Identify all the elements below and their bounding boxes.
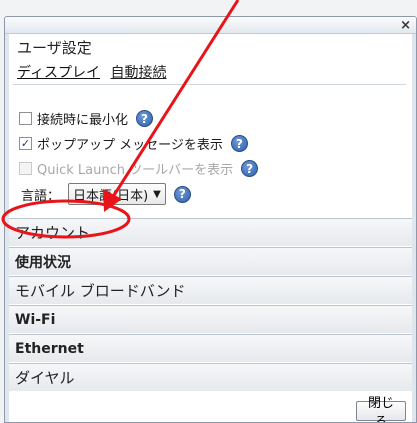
language-value: 日本語(日本) [73,188,149,204]
help-icon[interactable]: ? [230,135,248,152]
checkbox-quick-launch [19,162,32,175]
help-icon[interactable]: ? [136,110,154,127]
close-icon[interactable]: × [400,17,411,34]
option-label: Quick Launch ツールバーを表示 [37,163,234,178]
accordion-ethernet[interactable]: Ethernet [9,334,412,362]
settings-accordion: アカウント 使用状況 モバイル ブロードバンド Wi-Fi Ethernet ダ… [9,218,412,392]
option-quick-launch: Quick Launch ツールバーを表示 ? [19,159,259,178]
language-select[interactable]: 日本語(日本) ▼ [68,183,166,205]
language-label: 言語： [21,188,61,204]
accordion-usage[interactable]: 使用状況 [9,247,412,275]
settings-window: × ユーザ設定 ディスプレイ 自動接続 接続時に最小化 ? ✓ ポップアップ メ… [4,16,417,423]
language-row: 言語： 日本語(日本) ▼ ? [21,183,191,205]
option-show-popup[interactable]: ✓ ポップアップ メッセージを表示 ? [19,134,248,153]
tab-bar: ディスプレイ 自動接続 [17,62,172,82]
accordion-account[interactable]: アカウント [9,218,412,246]
page-title: ユーザ設定 [17,39,92,57]
option-label: 接続時に最小化 [37,113,129,128]
close-button[interactable]: 閉じる [356,396,406,422]
help-icon[interactable]: ? [241,160,259,177]
accordion-dial[interactable]: ダイヤル [9,363,412,391]
divider [13,84,406,85]
tab-auto-connect[interactable]: 自動接続 [110,65,166,81]
settings-content: ユーザ設定 ディスプレイ 自動接続 接続時に最小化 ? ✓ ポップアップ メッセ… [9,34,412,422]
tab-display[interactable]: ディスプレイ [17,65,100,81]
accordion-mobile-broadband[interactable]: モバイル ブロードバンド [9,276,412,304]
option-minimize-on-connect[interactable]: 接続時に最小化 ? [19,109,154,128]
checkbox-popup[interactable]: ✓ [19,137,32,150]
checkbox-minimize[interactable] [19,112,32,125]
title-bar: × [5,17,416,34]
option-label: ポップアップ メッセージを表示 [37,138,223,153]
accordion-wifi[interactable]: Wi-Fi [9,305,412,333]
help-icon[interactable]: ? [173,185,191,203]
chevron-down-icon: ▼ [153,188,161,200]
